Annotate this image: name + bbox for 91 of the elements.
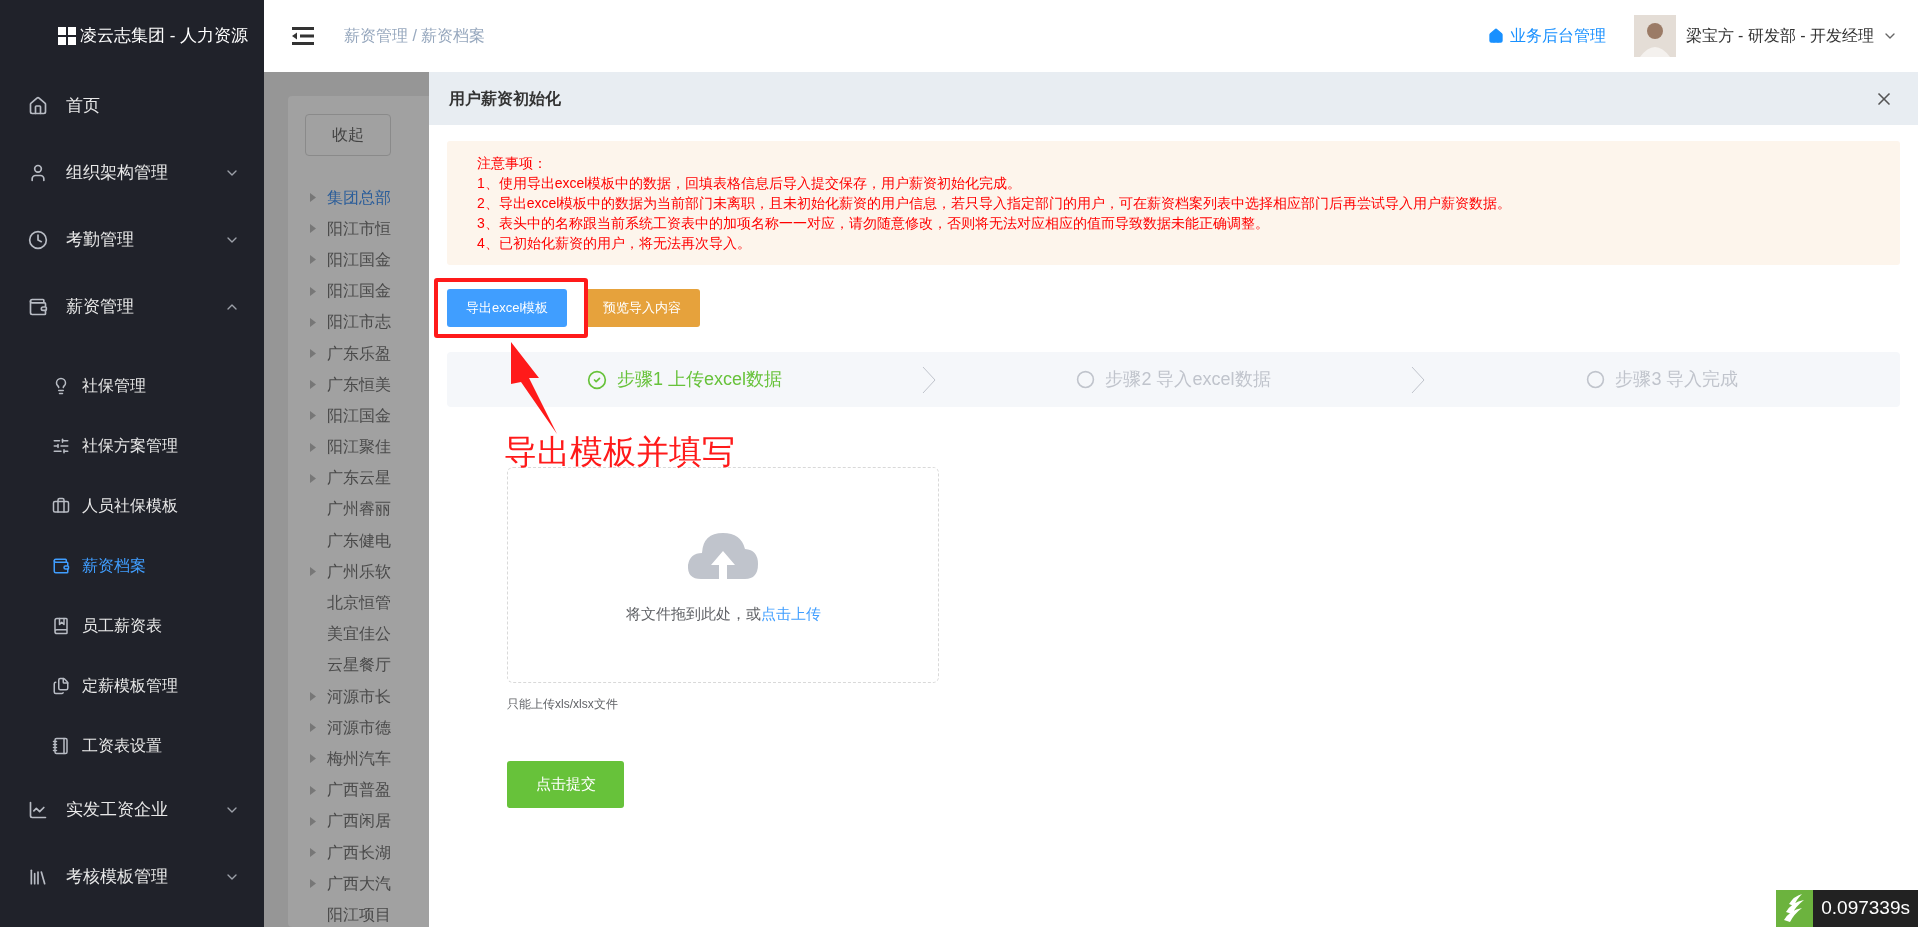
submenu-item[interactable]: 社保管理 [0, 356, 264, 416]
tree-node[interactable]: 广东健电 [327, 528, 391, 553]
submenu-item[interactable]: 定薪模板管理 [0, 656, 264, 716]
tree-node[interactable]: 美宜佳公 [327, 622, 391, 647]
tree-node[interactable]: 北京恒管 [327, 591, 391, 616]
menu-item[interactable]: 实发工资企业 [0, 776, 264, 843]
caret-icon[interactable] [310, 255, 316, 265]
submenu-item[interactable]: 员工薪资表 [0, 596, 264, 656]
menu-item[interactable]: 考核模板管理 [0, 843, 264, 910]
caret-icon[interactable] [310, 411, 316, 421]
tree-node[interactable]: 广东云星 [327, 466, 391, 491]
caret-icon[interactable] [310, 317, 316, 327]
tree-node[interactable]: 阳江国金 [327, 403, 391, 428]
upload-link[interactable]: 点击上传 [760, 604, 821, 622]
menu-icon[interactable] [292, 27, 314, 45]
tree-node[interactable]: 广州乐软 [327, 559, 391, 584]
caret-icon[interactable] [310, 473, 316, 483]
notice-text: 1、使用导出excel模板中的数据，回填表格信息后导入提交保存，用户薪资初始化完成。 [477, 174, 1023, 193]
tree-node[interactable]: 集团总部 [327, 185, 391, 210]
breadcrumb: 薪资管理 / 薪资档案 [344, 26, 486, 46]
caret-icon[interactable] [310, 193, 316, 203]
backend-link[interactable]: 业务后台管理 [1487, 24, 1606, 48]
briefcase-icon [52, 497, 70, 515]
clock-icon [28, 229, 48, 250]
caret-icon[interactable] [310, 692, 316, 702]
timer-text: 0.097339s [1820, 896, 1911, 921]
app-title: 凌云志集团 - 人力资源 [80, 25, 249, 48]
tree-node[interactable]: 阳江国金 [327, 279, 391, 304]
notice-text: 注意事项： [477, 154, 548, 173]
caret-icon[interactable] [310, 224, 316, 234]
caret-icon[interactable] [310, 816, 316, 826]
home-icon [28, 95, 48, 116]
chevron-right-icon [1411, 365, 1425, 394]
tree-node[interactable]: 广州睿丽 [327, 497, 391, 522]
tree-node[interactable]: 广西大汽 [327, 871, 391, 896]
wallet-icon [52, 557, 70, 575]
dialog-title: 用户薪资初始化 [449, 88, 562, 109]
notice-text: 4、已初始化薪资的用户，将无法再次导入。 [477, 234, 752, 253]
tree-node[interactable]: 广西长湖 [327, 840, 391, 865]
notebook-icon [52, 737, 70, 755]
tree-node[interactable]: 阳江国金 [327, 247, 391, 272]
menu-item[interactable]: 考勤管理 [0, 206, 264, 273]
tree-node[interactable]: 阳江市志 [327, 310, 391, 335]
caret-icon[interactable] [310, 286, 316, 296]
chart-icon [28, 799, 48, 820]
tree-node[interactable]: 河源市德 [327, 715, 391, 740]
tree-node[interactable]: 梅州汽车 [327, 746, 391, 771]
caret-icon[interactable] [310, 380, 316, 390]
collapse-button[interactable]: 收起 [305, 114, 391, 156]
chevron-right-icon [922, 365, 936, 394]
sliders-icon [52, 437, 70, 455]
caret-icon[interactable] [310, 785, 316, 795]
caret-icon[interactable] [310, 349, 316, 359]
notice-text: 2、导出excel模板中的数据为当前部门未离职，且未初始化薪资的用户信息，若只导入指定部门的用户，可在薪资档案列表中选择相应部门后再尝试导入用户薪资数据。 [477, 194, 1513, 213]
book-icon [52, 617, 70, 635]
menu-item[interactable]: 组织架构管理 [0, 139, 264, 206]
user-menu[interactable]: 梁宝方 - 研发部 - 开发经理 [1685, 24, 1898, 48]
tree-node[interactable]: 云星餐厅 [327, 653, 391, 678]
tree-node[interactable]: 广东乐盈 [327, 341, 391, 366]
notice-text: 3、表头中的名称跟当前系统工资表中的加项名称一一对应，请勿随意修改，否则将无法对应相应的值而导致数据未能正确调整。 [477, 214, 1270, 233]
submit-button[interactable]: 点击提交 [507, 761, 624, 808]
logo-icon [58, 27, 76, 45]
submenu-item[interactable]: 薪资档案 [0, 536, 264, 596]
avatar[interactable] [1633, 15, 1676, 57]
tree-node[interactable]: 广东恒美 [327, 372, 391, 397]
caret-icon[interactable] [310, 879, 316, 889]
tree-node[interactable]: 阳江聚佳 [327, 435, 391, 460]
menu-item[interactable]: 薪资管理 [0, 273, 264, 340]
caret-icon[interactable] [310, 848, 316, 858]
step-label: 步骤1 上传excel数据 [616, 368, 782, 391]
tree-node[interactable]: 广西普盈 [327, 778, 391, 803]
submenu-item[interactable]: 人员社保模板 [0, 476, 264, 536]
tree-node[interactable]: 河源市长 [327, 684, 391, 709]
caret-icon[interactable] [310, 442, 316, 452]
submenu-item[interactable]: 社保方案管理 [0, 416, 264, 476]
submenu-item[interactable]: 工资表设置 [0, 716, 264, 776]
tree-node[interactable]: 阳江市恒 [327, 216, 391, 241]
caret-icon[interactable] [310, 754, 316, 764]
export-button[interactable]: 导出excel模板 [447, 289, 568, 327]
menu-item[interactable]: 首页 [0, 72, 264, 139]
home-icon [1487, 28, 1504, 44]
caret-icon[interactable] [310, 567, 316, 577]
upload-tip: 只能上传xls/xlsx文件 [507, 696, 619, 713]
tree-node[interactable]: 阳江项目 [327, 902, 391, 927]
upload-hint: 将文件拖到此处，或点击上传 [625, 603, 821, 624]
files-icon [52, 677, 70, 695]
upload-dropzone[interactable]: 将文件拖到此处，或点击上传 [507, 467, 939, 683]
tree-node[interactable]: 广西闲居 [327, 809, 391, 834]
wallet-icon [28, 296, 48, 317]
caret-icon[interactable] [310, 723, 316, 733]
user-icon [28, 162, 48, 183]
